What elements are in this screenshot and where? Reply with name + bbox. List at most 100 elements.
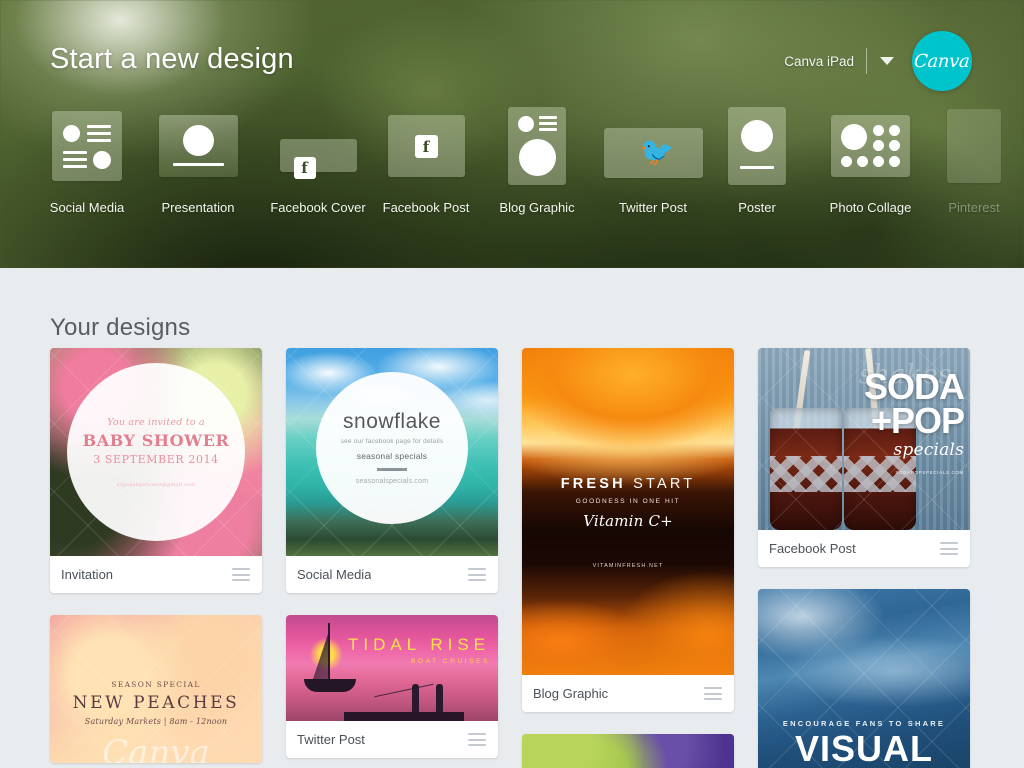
design-card-new-peaches[interactable]: SEASON SPECIAL NEW PEACHES Saturday Mark… (50, 615, 262, 763)
design-type-label: Poster (738, 200, 776, 215)
design-card-beautiful-things[interactable]: all the beautiful things (522, 734, 734, 768)
design-type-label: Pinterest (948, 200, 999, 215)
design-type-label: Presentation (162, 200, 235, 215)
design-type-facebook-cover[interactable]: f Facebook Cover (272, 104, 364, 215)
design-type-facebook-post[interactable]: f Facebook Post (383, 104, 469, 215)
chevron-down-icon[interactable] (880, 57, 894, 65)
design-type-twitter-post[interactable]: 🐦 Twitter Post (611, 104, 695, 215)
design-card-twitter-post[interactable]: TIDAL RISE BOAT CRUISES Twitter Post (286, 615, 498, 758)
design-thumbnail[interactable]: ENCOURAGE FANS TO SHARE VISUAL (758, 589, 970, 768)
designs-column: FRESH START GOODNESS IN ONE HIT Vitamin … (522, 348, 734, 768)
design-thumbnail[interactable]: TIDAL RISE BOAT CRUISES (286, 615, 498, 721)
designs-column: shakes SODA +POP specials SODAPOPSPECIAL… (758, 348, 970, 768)
card-title: Blog Graphic (533, 686, 608, 701)
canva-logo-text: Canva (914, 51, 971, 72)
photo-collage-icon (831, 115, 910, 177)
designs-column: You are invited to a BABY SHOWER 3 SEPTE… (50, 348, 262, 768)
facebook-post-icon: f (388, 115, 465, 177)
card-title: Invitation (61, 567, 113, 582)
snowflake-line-3: seasonal specials (357, 451, 428, 461)
design-type-label: Twitter Post (619, 200, 687, 215)
poster-icon (728, 107, 786, 185)
card-footer: Social Media (286, 556, 498, 593)
invitation-line-4: allysbabyshower@gmail.com (117, 482, 195, 488)
design-type-social-media[interactable]: Social Media (50, 104, 124, 215)
section-title: Your designs (50, 314, 190, 342)
tidal-text-block: TIDAL RISE BOAT CRUISES (348, 635, 490, 665)
soda-line-3: specials (864, 440, 964, 460)
snowflake-line-1: snowflake (343, 410, 441, 434)
design-thumbnail[interactable]: SEASON SPECIAL NEW PEACHES Saturday Mark… (50, 615, 262, 763)
peaches-line-3: Saturday Markets | 8am - 12noon (50, 717, 262, 726)
blog-graphic-icon (508, 107, 566, 185)
design-type-poster[interactable]: Poster (727, 104, 787, 215)
design-type-label: Photo Collage (830, 200, 912, 215)
hero-header: Start a new design Canva iPad Canva (0, 0, 1024, 268)
design-type-blog-graphic[interactable]: Blog Graphic (495, 104, 579, 215)
snowflake-text-block: snowflake see our facebook page for deta… (316, 372, 468, 524)
design-type-presentation[interactable]: Presentation (161, 104, 235, 215)
card-footer: Twitter Post (286, 721, 498, 758)
account-divider (866, 48, 867, 74)
design-card-facebook-post[interactable]: shakes SODA +POP specials SODAPOPSPECIAL… (758, 348, 970, 567)
design-card-invitation[interactable]: You are invited to a BABY SHOWER 3 SEPTE… (50, 348, 262, 593)
hamburger-menu-icon[interactable] (468, 568, 486, 581)
hamburger-menu-icon[interactable] (940, 542, 958, 555)
design-card-visual[interactable]: ENCOURAGE FANS TO SHARE VISUAL (758, 589, 970, 768)
design-type-label: Facebook Post (383, 200, 470, 215)
design-card-blog-graphic[interactable]: FRESH START GOODNESS IN ONE HIT Vitamin … (522, 348, 734, 712)
card-footer: Facebook Post (758, 530, 970, 567)
fresh-line-1-light: START (633, 476, 695, 492)
hamburger-menu-icon[interactable] (468, 733, 486, 746)
invitation-line-2: BABY SHOWER (83, 431, 230, 450)
visual-line-1: ENCOURAGE FANS TO SHARE (758, 719, 970, 728)
facebook-cover-icon: f (280, 139, 357, 172)
peaches-line-1: SEASON SPECIAL (50, 680, 262, 689)
design-thumbnail[interactable]: You are invited to a BABY SHOWER 3 SEPTE… (50, 348, 262, 556)
tidal-line-1: TIDAL RISE (348, 635, 490, 655)
hamburger-menu-icon[interactable] (704, 687, 722, 700)
card-footer: Invitation (50, 556, 262, 593)
fresh-line-2: GOODNESS IN ONE HIT (522, 498, 734, 505)
card-title: Social Media (297, 567, 371, 582)
design-thumbnail[interactable]: all the beautiful things (522, 734, 734, 768)
design-type-photo-collage[interactable]: Photo Collage (831, 104, 910, 215)
visual-line-2: VISUAL (758, 730, 970, 768)
fresh-text-block: FRESH START GOODNESS IN ONE HIT Vitamin … (522, 476, 734, 530)
account-area[interactable]: Canva iPad Canva (784, 30, 972, 92)
design-thumbnail[interactable]: FRESH START GOODNESS IN ONE HIT Vitamin … (522, 348, 734, 675)
card-footer: Blog Graphic (522, 675, 734, 712)
tidal-line-2: BOAT CRUISES (348, 658, 490, 665)
fresh-line-1-bold: FRESH (561, 476, 626, 492)
design-type-pinterest[interactable]: Pinterest (937, 104, 1011, 215)
page-title: Start a new design (50, 43, 294, 76)
canva-logo[interactable]: Canva (912, 31, 972, 91)
canva-watermark: Canva (50, 733, 262, 763)
peaches-line-2: NEW PEACHES (50, 693, 262, 713)
visual-text-block: ENCOURAGE FANS TO SHARE VISUAL (758, 719, 970, 768)
card-title: Facebook Post (769, 541, 856, 556)
pinterest-icon (947, 109, 1001, 183)
design-thumbnail[interactable]: snowflake see our facebook page for deta… (286, 348, 498, 556)
fresh-line-1: FRESH START (522, 476, 734, 492)
design-thumbnail[interactable]: shakes SODA +POP specials SODAPOPSPECIAL… (758, 348, 970, 530)
design-type-label: Blog Graphic (499, 200, 574, 215)
fresh-line-4: VITAMINFRESH.NET (522, 563, 734, 569)
card-title: Twitter Post (297, 732, 365, 747)
invitation-line-3: 3 SEPTEMBER 2014 (93, 453, 219, 466)
soda-line-1: SODA (864, 370, 964, 404)
invitation-text-block: You are invited to a BABY SHOWER 3 SEPTE… (67, 363, 245, 541)
design-type-label: Social Media (50, 200, 124, 215)
twitter-post-icon: 🐦 (604, 128, 703, 178)
fishers-graphic (394, 675, 464, 721)
design-type-list: Social Media Presentation f (50, 104, 1024, 215)
soda-line-2: +POP (864, 404, 964, 438)
design-type-label: Facebook Cover (270, 200, 365, 215)
designs-column: snowflake see our facebook page for deta… (286, 348, 498, 768)
invitation-line-1: You are invited to a (107, 417, 204, 428)
hamburger-menu-icon[interactable] (232, 568, 250, 581)
design-card-social-media[interactable]: snowflake see our facebook page for deta… (286, 348, 498, 593)
soda-line-4: SODAPOPSPECIALS.COM (864, 470, 964, 475)
soda-text-block: SODA +POP specials SODAPOPSPECIALS.COM (864, 370, 964, 475)
presentation-icon (159, 115, 238, 177)
